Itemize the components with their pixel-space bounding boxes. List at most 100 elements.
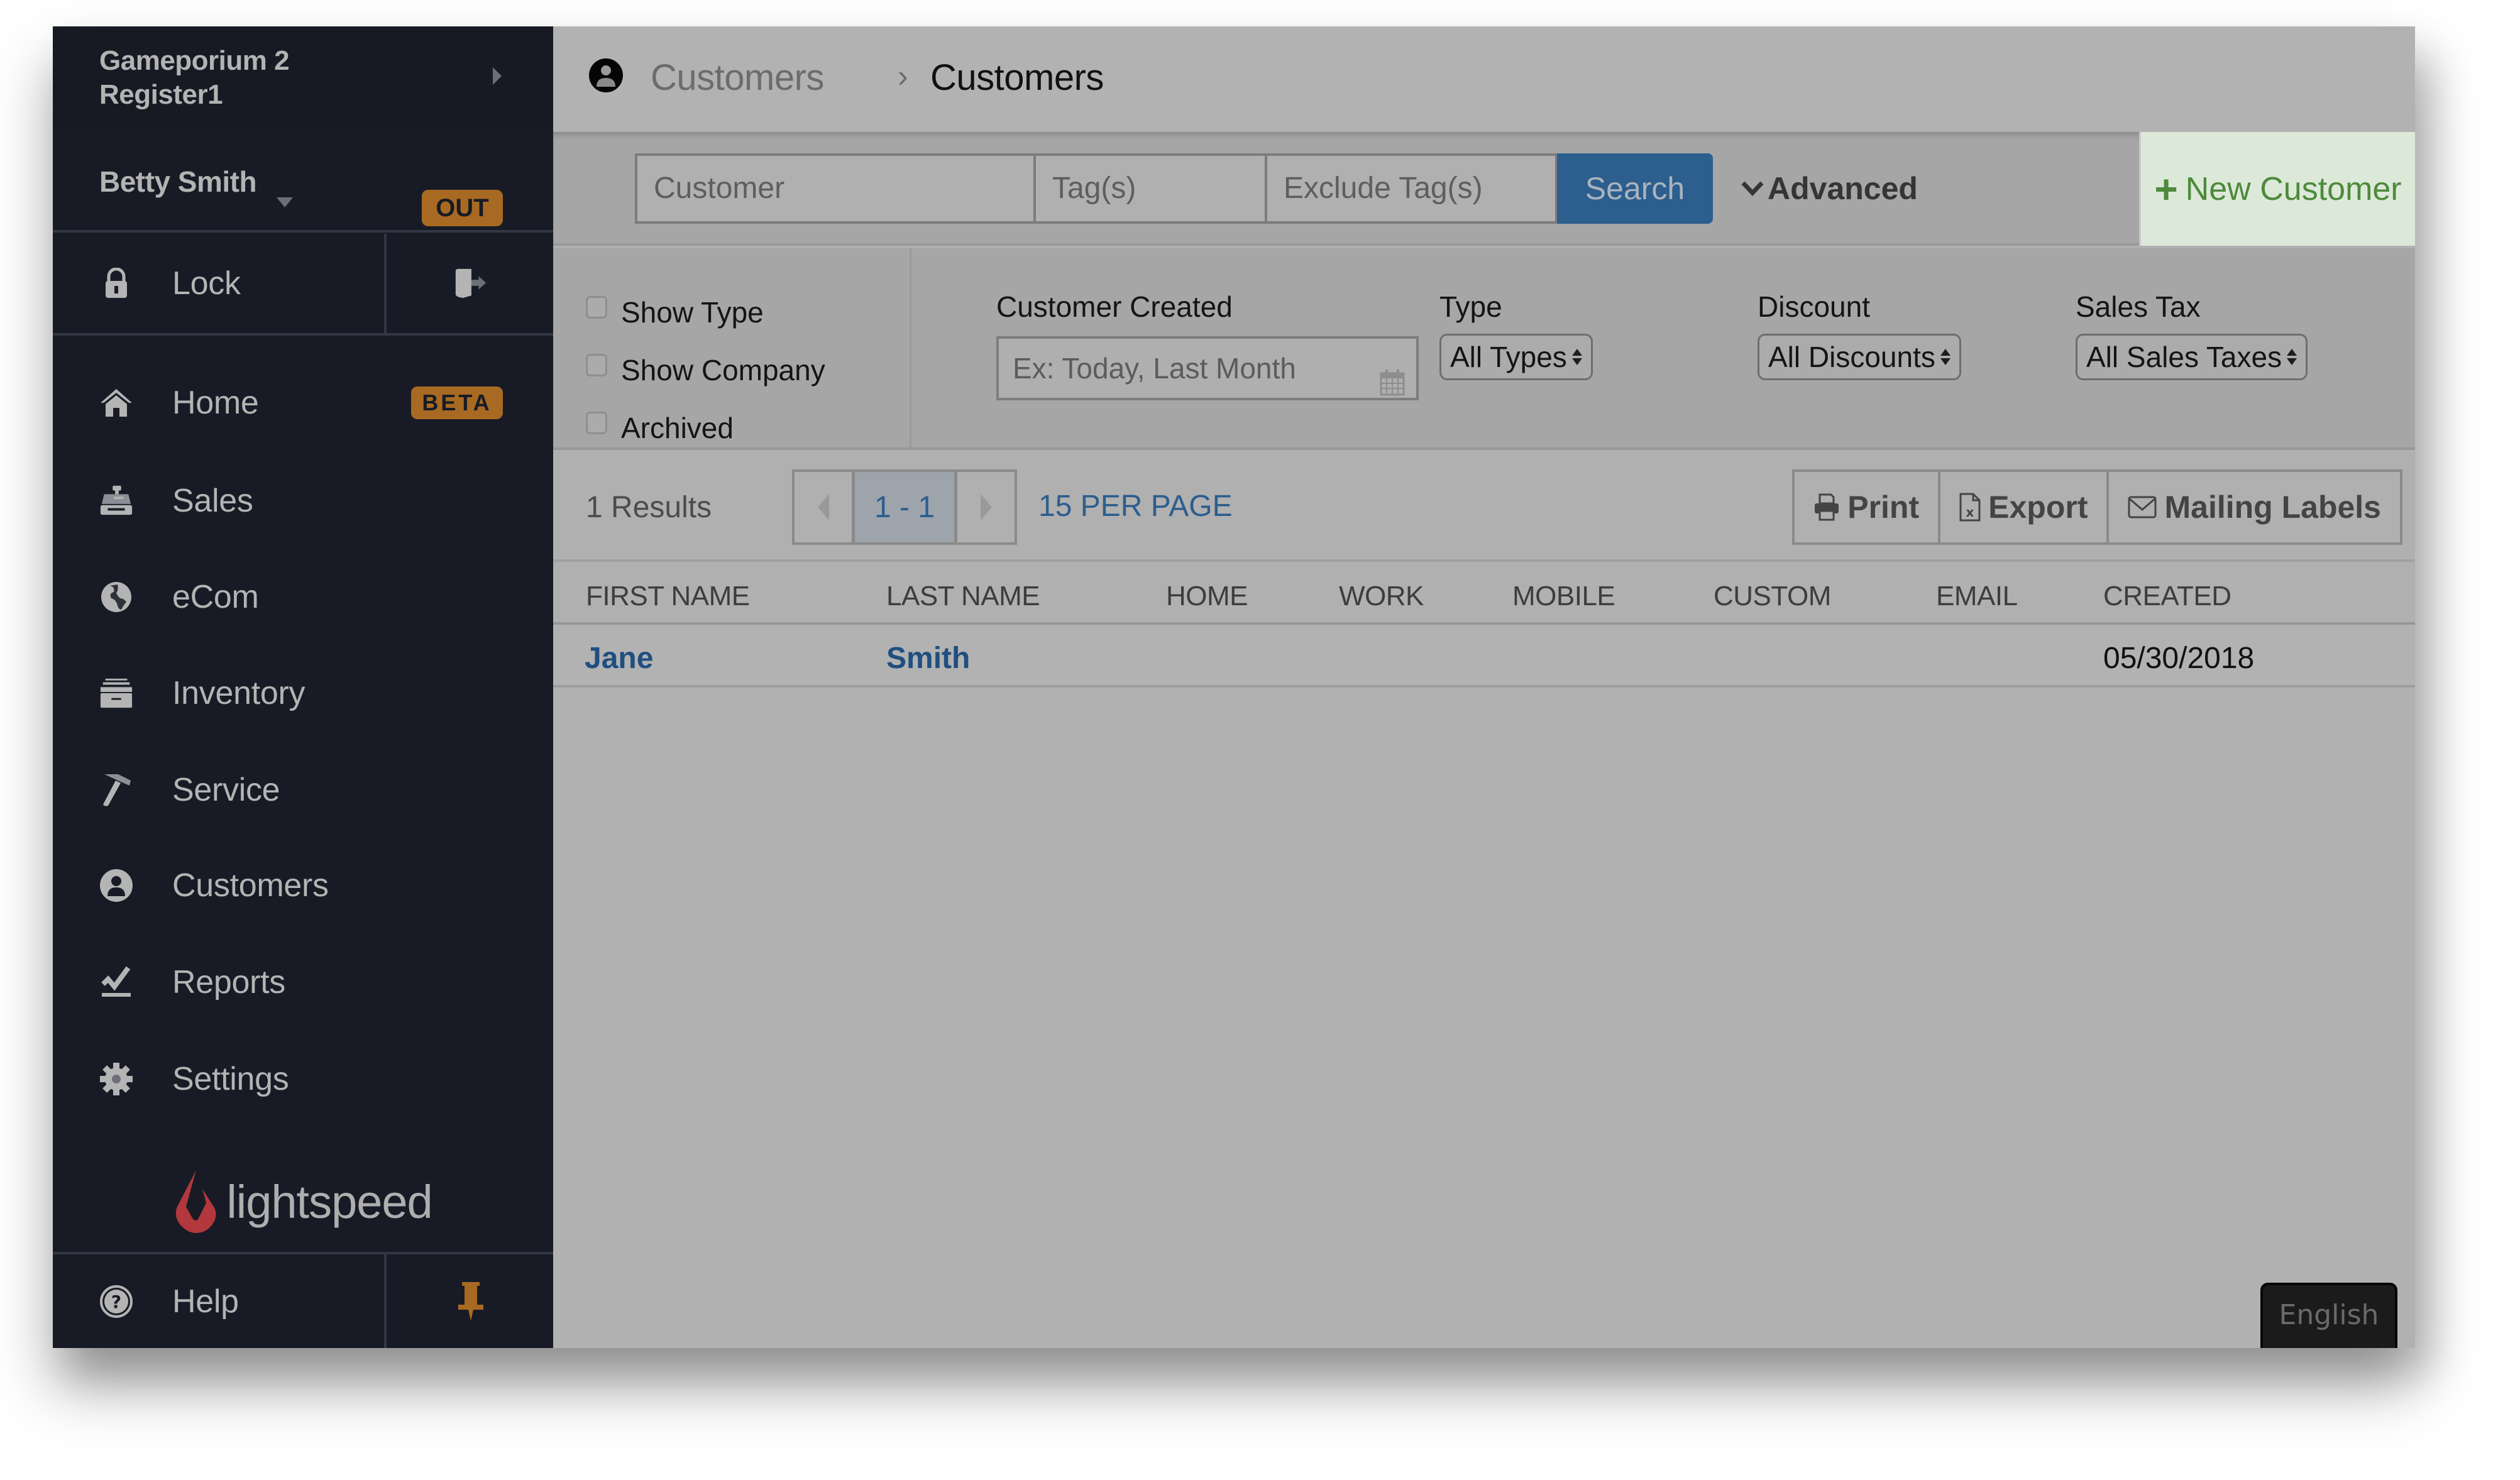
archive-icon (99, 676, 133, 710)
archived-checkbox[interactable]: Archived (586, 409, 734, 447)
breadcrumb-parent[interactable]: Customers (651, 57, 824, 99)
language-button[interactable]: English (2260, 1283, 2397, 1348)
lock-row: Lock (53, 234, 553, 336)
created-date-cell: 05/30/2018 (2103, 642, 2255, 675)
help-label: Help (172, 1283, 239, 1320)
print-icon (1815, 493, 1839, 521)
date-placeholder: Ex: Today, Last Month (1013, 352, 1296, 385)
lightspeed-flame-icon (176, 1170, 216, 1233)
user-circle-icon (588, 58, 624, 93)
sales-tax-label: Sales Tax (2076, 290, 2201, 323)
exclude-tags-input[interactable]: Exclude Tag(s) (1265, 153, 1558, 224)
column-work[interactable]: WORK (1339, 581, 1424, 612)
svg-text:x: x (1966, 505, 1974, 520)
user-menu[interactable]: Betty Smith OUT (53, 132, 553, 233)
clock-status-badge[interactable]: OUT (422, 190, 503, 226)
pin-sidebar-button[interactable] (389, 1254, 553, 1348)
mailing-labels-label: Mailing Labels (2164, 490, 2381, 525)
export-button[interactable]: x Export (1938, 472, 2107, 542)
sidebar-item-settings[interactable]: Settings (53, 1032, 553, 1126)
beta-badge: BETA (411, 386, 503, 419)
export-tools: Print x Export Mailing Labels (1792, 469, 2402, 545)
next-page-button[interactable] (954, 472, 1015, 542)
discount-value: All Discounts (1768, 341, 1935, 373)
sales-tax-value: All Sales Taxes (2086, 341, 2282, 373)
sidebar-item-inventory[interactable]: Inventory (53, 646, 553, 740)
column-last-name[interactable]: LAST NAME (886, 581, 1040, 612)
sidebar-item-label: Service (172, 772, 280, 808)
column-custom[interactable]: CUSTOM (1714, 581, 1831, 612)
tags-input[interactable]: Tag(s) (1033, 153, 1267, 224)
previous-page-button[interactable] (795, 472, 855, 542)
customer-created-input[interactable]: Ex: Today, Last Month (996, 336, 1419, 400)
column-first-name[interactable]: FIRST NAME (586, 581, 750, 612)
column-mobile[interactable]: MOBILE (1512, 581, 1615, 612)
sidebar-item-home[interactable]: Home BETA (53, 356, 553, 450)
print-button[interactable]: Print (1795, 472, 1939, 542)
checkbox-label: Show Type (621, 296, 764, 329)
show-company-checkbox[interactable]: Show Company (586, 351, 825, 389)
search-button[interactable]: Search (1557, 153, 1713, 224)
sidebar-item-reports[interactable]: Reports (53, 935, 553, 1029)
main-content: Customers › Customers Customer Tag(s) Ex… (553, 26, 2415, 1348)
current-page-range: 1 - 1 (855, 472, 954, 542)
sidebar-item-service[interactable]: Service (53, 743, 553, 837)
sidebar-item-sales[interactable]: Sales (53, 454, 553, 548)
customer-search-input[interactable]: Customer (635, 153, 1036, 224)
sidebar-item-customers[interactable]: Customers (53, 838, 553, 933)
discount-select[interactable]: All Discounts (1758, 334, 1961, 380)
select-arrows-icon (2287, 349, 2297, 365)
store-register-switcher[interactable]: Gameporium 2 Register1 (53, 26, 553, 132)
logo-text: lightspeed (226, 1175, 432, 1228)
chart-line-icon (99, 965, 133, 999)
sidebar-item-label: Sales (172, 483, 253, 519)
show-type-checkbox[interactable]: Show Type (586, 293, 764, 331)
help-button[interactable]: ? Help (53, 1254, 387, 1348)
caret-left-icon (817, 494, 829, 520)
column-email[interactable]: EMAIL (1936, 581, 2018, 612)
sales-tax-select[interactable]: All Sales Taxes (2076, 334, 2308, 380)
checkbox[interactable] (586, 296, 607, 319)
sidebar-item-label: Customers (172, 867, 329, 904)
results-count: 1 Results (586, 491, 712, 524)
discount-label: Discount (1758, 290, 1870, 323)
advanced-toggle[interactable]: Advanced (1741, 153, 1918, 224)
table-header: FIRST NAME LAST NAME HOME WORK MOBILE CU… (553, 564, 2415, 625)
lock-label: Lock (172, 265, 241, 302)
sidebar-item-label: Reports (172, 964, 285, 1000)
first-name-link[interactable]: Jane (585, 641, 653, 676)
checkbox[interactable] (586, 354, 607, 376)
chevron-down-icon (1741, 181, 1764, 197)
lock-button[interactable]: Lock (53, 234, 387, 333)
checkbox-column: Show Type Show Company Archived (553, 248, 911, 450)
table-row[interactable]: Jane Smith 05/30/2018 (553, 625, 2415, 688)
print-label: Print (1847, 490, 1920, 525)
type-select[interactable]: All Types (1439, 334, 1593, 380)
per-page-selector[interactable]: 15 PER PAGE (1038, 489, 1233, 523)
column-home[interactable]: HOME (1166, 581, 1248, 612)
logout-button[interactable] (389, 234, 553, 333)
home-icon (99, 386, 133, 420)
sidebar-item-label: Settings (172, 1061, 289, 1097)
calendar-icon[interactable] (1380, 356, 1405, 396)
sidebar-item-label: Inventory (172, 675, 305, 711)
new-customer-button[interactable]: + New Customer (2139, 132, 2415, 246)
mailing-labels-button[interactable]: Mailing Labels (2106, 472, 2400, 542)
checkbox[interactable] (586, 412, 607, 434)
store-name: Gameporium 2 (99, 45, 290, 76)
app-window: Gameporium 2 Register1 Betty Smith OUT L… (53, 26, 2415, 1348)
export-label: Export (1988, 490, 2088, 525)
new-customer-label: New Customer (2185, 170, 2402, 207)
globe-icon (99, 580, 133, 614)
checkbox-label: Show Company (621, 354, 825, 386)
column-created[interactable]: CREATED (2103, 581, 2231, 612)
hammer-icon (99, 773, 133, 807)
sidebar: Gameporium 2 Register1 Betty Smith OUT L… (53, 26, 553, 1348)
sidebar-item-label: Home (172, 385, 259, 421)
search-bar: Customer Tag(s) Exclude Tag(s) Search Ad… (553, 132, 2415, 246)
type-label: Type (1439, 290, 1502, 323)
sidebar-item-ecom[interactable]: eCom (53, 550, 553, 644)
last-name-link[interactable]: Smith (886, 641, 970, 676)
help-row: ? Help (53, 1252, 553, 1348)
plus-icon: + (2154, 166, 2178, 212)
